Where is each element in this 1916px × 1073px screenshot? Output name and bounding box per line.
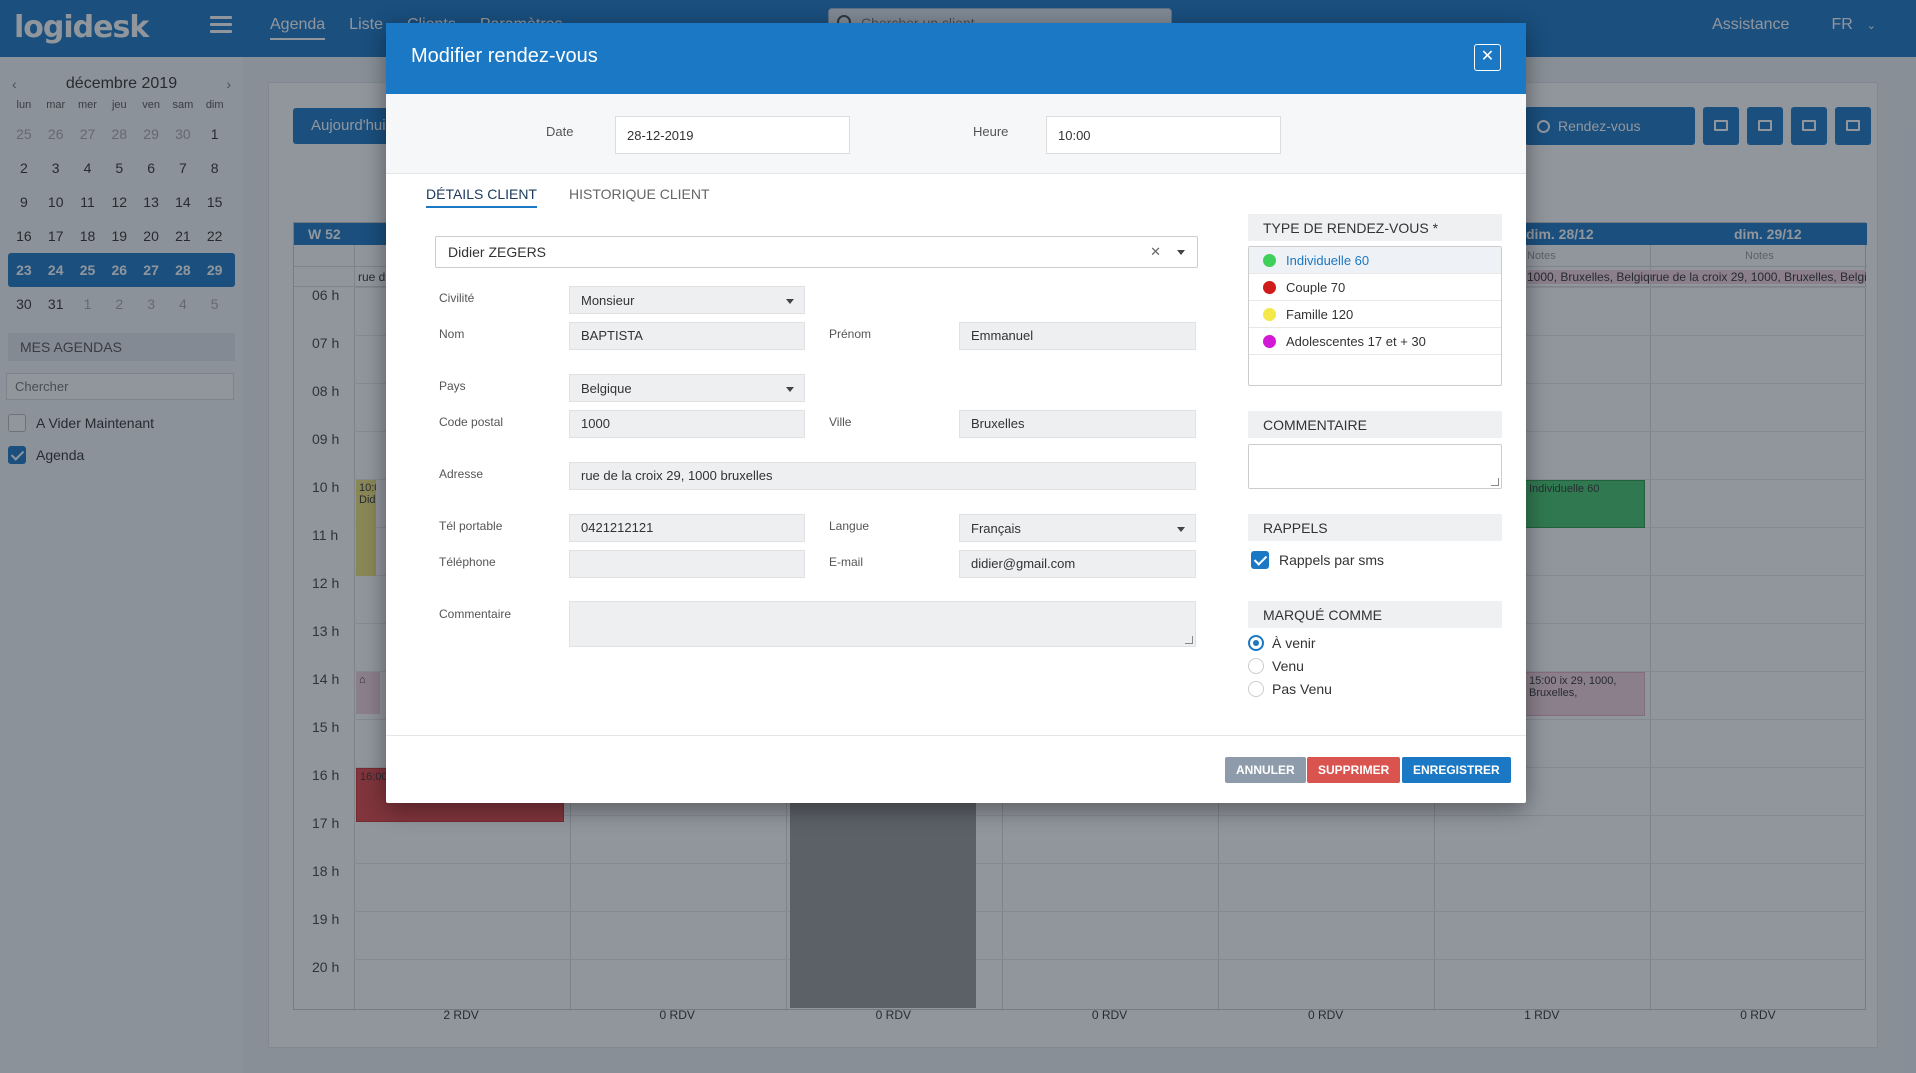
adresse-label: Adresse — [439, 467, 484, 481]
tel-portable-label: Tél portable — [439, 519, 503, 533]
telephone-label: Téléphone — [439, 555, 496, 569]
code-postal-input[interactable]: 1000 — [569, 410, 805, 438]
edit-appointment-modal: Modifier rendez-vous ✕ Date 28-12-2019 H… — [386, 23, 1526, 803]
date-time-bar: Date 28-12-2019 Heure 10:00 — [386, 94, 1526, 174]
close-icon[interactable]: ✕ — [1474, 44, 1501, 71]
type-label: Individuelle 60 — [1286, 252, 1370, 268]
rappels-sms-label: Rappels par sms — [1279, 552, 1385, 568]
type-label: Couple 70 — [1286, 279, 1346, 295]
commentaire-header: COMMENTAIRE — [1248, 411, 1502, 438]
status-label: À venir — [1272, 635, 1316, 651]
civilite-select[interactable]: Monsieur — [569, 286, 805, 314]
civilite-value: Monsieur — [581, 293, 635, 308]
commentaire-label: Commentaire — [439, 607, 512, 621]
status-label: Pas Venu — [1272, 681, 1332, 697]
client-select-value: Didier ZEGERS — [448, 244, 547, 260]
modal-title: Modifier rendez-vous — [411, 45, 598, 67]
pays-select[interactable]: Belgique — [569, 374, 805, 402]
date-label: Date — [546, 124, 574, 139]
color-dot-icon — [1263, 280, 1276, 294]
nom-label: Nom — [439, 327, 465, 341]
supprimer-button[interactable]: SUPPRIMER — [1307, 757, 1401, 783]
type-option[interactable]: Individuelle 60 — [1249, 247, 1501, 274]
marque-header: MARQUÉ COMME — [1248, 601, 1502, 628]
enregistrer-button[interactable]: ENREGISTRER — [1402, 757, 1511, 783]
clear-icon[interactable]: ✕ — [1150, 244, 1161, 260]
status-label: Venu — [1272, 658, 1304, 674]
status-option[interactable]: Pas Venu — [1248, 681, 1502, 697]
ville-label: Ville — [829, 415, 852, 429]
status-radio[interactable] — [1248, 658, 1264, 674]
langue-select[interactable]: Français — [959, 514, 1196, 542]
prenom-label: Prénom — [829, 327, 872, 341]
caret-down-icon — [786, 299, 794, 304]
tel-portable-input[interactable]: 0421212121 — [569, 514, 805, 542]
annuler-button[interactable]: ANNULER — [1225, 757, 1306, 783]
civilite-label: Civilité — [439, 291, 475, 305]
rappels-header: RAPPELS — [1248, 514, 1502, 541]
heure-label: Heure — [973, 124, 1009, 139]
appointment-type-panel: TYPE DE RENDEZ-VOUS * Individuelle 60 Co… — [1248, 214, 1502, 386]
type-label: Famille 120 — [1286, 306, 1354, 322]
type-option[interactable]: Famille 120 — [1249, 301, 1501, 328]
marque-panel: MARQUÉ COMME À venir Venu Pas Venu — [1248, 601, 1502, 697]
tab-details-client[interactable]: DÉTAILS CLIENT — [426, 186, 537, 208]
nom-input[interactable]: BAPTISTA — [569, 322, 805, 350]
resize-handle-icon[interactable] — [1185, 636, 1193, 644]
langue-value: Français — [971, 521, 1021, 536]
type-option[interactable]: Couple 70 — [1249, 274, 1501, 301]
modal-header: Modifier rendez-vous ✕ — [386, 23, 1526, 94]
rappels-sms-option[interactable]: Rappels par sms — [1251, 551, 1502, 569]
caret-down-icon — [1177, 527, 1185, 532]
client-tabs: DÉTAILS CLIENT HISTORIQUE CLIENT — [426, 186, 710, 208]
email-input[interactable]: didier@gmail.com — [959, 550, 1196, 578]
caret-down-icon — [1177, 250, 1185, 255]
telephone-input[interactable] — [569, 550, 805, 578]
pays-label: Pays — [439, 379, 466, 393]
heure-input[interactable]: 10:00 — [1046, 116, 1281, 154]
prenom-input[interactable]: Emmanuel — [959, 322, 1196, 350]
resize-handle-icon[interactable] — [1491, 478, 1499, 486]
type-label: Adolescentes 17 et + 30 — [1286, 333, 1426, 349]
client-select[interactable]: Didier ZEGERS ✕ — [435, 236, 1198, 268]
appointment-comment-textarea[interactable] — [1248, 444, 1502, 489]
color-dot-icon — [1263, 307, 1276, 321]
type-header: TYPE DE RENDEZ-VOUS * — [1248, 214, 1502, 241]
status-radio[interactable] — [1248, 681, 1264, 697]
rappels-sms-checkbox[interactable] — [1251, 551, 1269, 569]
rappels-panel: RAPPELS Rappels par sms — [1248, 514, 1502, 569]
ville-input[interactable]: Bruxelles — [959, 410, 1196, 438]
client-comment-textarea[interactable] — [569, 601, 1196, 647]
status-option[interactable]: À venir — [1248, 635, 1502, 651]
caret-down-icon — [786, 387, 794, 392]
email-label: E-mail — [829, 555, 864, 569]
tab-historique-client[interactable]: HISTORIQUE CLIENT — [569, 186, 710, 208]
type-option[interactable]: Adolescentes 17 et + 30 — [1249, 328, 1501, 355]
color-dot-icon — [1263, 253, 1276, 267]
adresse-input[interactable]: rue de la croix 29, 1000 bruxelles — [569, 462, 1196, 490]
modal-footer-divider — [386, 735, 1526, 736]
type-list: Individuelle 60 Couple 70 Famille 120 Ad… — [1248, 246, 1502, 386]
status-option[interactable]: Venu — [1248, 658, 1502, 674]
pays-value: Belgique — [581, 381, 632, 396]
comment-panel: COMMENTAIRE — [1248, 411, 1502, 489]
date-input[interactable]: 28-12-2019 — [615, 116, 850, 154]
color-dot-icon — [1263, 334, 1276, 348]
code-postal-label: Code postal — [439, 415, 504, 429]
langue-label: Langue — [829, 519, 870, 533]
status-radio[interactable] — [1248, 635, 1264, 651]
